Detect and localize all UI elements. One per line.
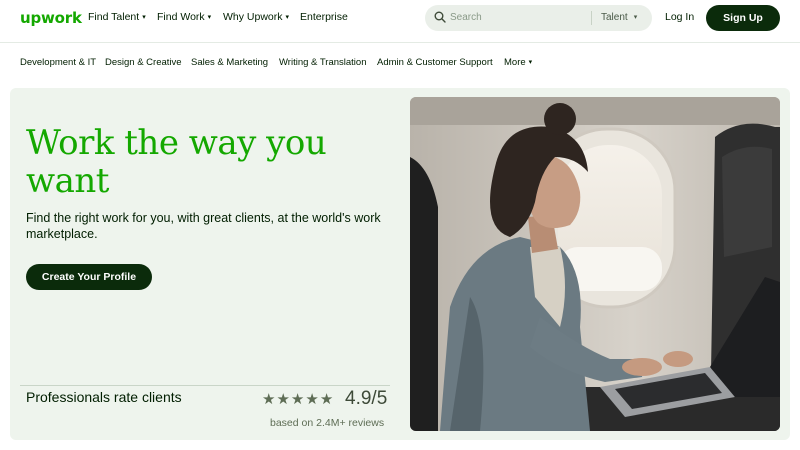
search-bar[interactable]: Search Talent ▾ bbox=[425, 5, 652, 31]
nav-why-upwork[interactable]: Why Upwork ▾ bbox=[223, 11, 289, 23]
chevron-down-icon: ▾ bbox=[142, 14, 146, 21]
star-icon: ★ bbox=[305, 391, 319, 408]
search-divider bbox=[591, 11, 592, 25]
search-icon bbox=[434, 11, 446, 23]
search-input[interactable]: Search bbox=[450, 12, 482, 23]
search-scope-dropdown[interactable]: Talent ▾ bbox=[601, 12, 637, 23]
rating-value: 4.9/5 bbox=[345, 388, 388, 409]
login-link[interactable]: Log In bbox=[665, 11, 694, 23]
star-icon: ★ bbox=[276, 391, 290, 408]
reviews-count: based on 2.4M+ reviews bbox=[270, 417, 385, 429]
nav-find-talent-label: Find Talent bbox=[88, 11, 140, 23]
rating-stars: ★★★★★ bbox=[262, 390, 334, 408]
nav-find-work-label: Find Work bbox=[157, 11, 205, 23]
category-writing-translation[interactable]: Writing & Translation bbox=[279, 57, 366, 68]
create-profile-button[interactable]: Create Your Profile bbox=[26, 264, 152, 290]
hero-photo bbox=[410, 97, 780, 431]
nav-why-upwork-label: Why Upwork bbox=[223, 11, 283, 23]
chevron-down-icon: ▾ bbox=[633, 14, 638, 21]
header-divider bbox=[0, 42, 800, 43]
hero-subtitle: Find the right work for you, with great … bbox=[26, 211, 381, 241]
star-icon: ★ bbox=[319, 391, 334, 408]
chevron-down-icon: ▾ bbox=[207, 14, 212, 21]
rating-divider bbox=[20, 385, 390, 386]
top-nav: upwork Find Talent ▾ Find Work ▾ Why Upwor… bbox=[0, 0, 800, 36]
nav-enterprise[interactable]: Enterprise bbox=[300, 11, 348, 23]
chevron-down-icon: ▾ bbox=[528, 59, 533, 66]
rating-label: Professionals rate clients bbox=[26, 389, 182, 405]
search-scope-label: Talent bbox=[601, 12, 628, 23]
category-admin-support[interactable]: Admin & Customer Support bbox=[377, 57, 493, 68]
hero-title: Work the way you want bbox=[26, 123, 327, 201]
chevron-down-icon: ▾ bbox=[285, 14, 290, 21]
category-design-creative[interactable]: Design & Creative bbox=[105, 57, 182, 68]
category-development-it[interactable]: Development & IT bbox=[20, 57, 96, 68]
category-more[interactable]: More ▾ bbox=[504, 57, 532, 68]
signup-button[interactable]: Sign Up bbox=[706, 5, 780, 31]
woman-laptop-airplane-image bbox=[410, 97, 780, 431]
nav-enterprise-label: Enterprise bbox=[300, 11, 348, 23]
star-icon: ★ bbox=[262, 391, 276, 408]
nav-find-work[interactable]: Find Work ▾ bbox=[157, 11, 211, 23]
category-sales-marketing[interactable]: Sales & Marketing bbox=[191, 57, 268, 68]
star-icon: ★ bbox=[290, 391, 305, 408]
nav-find-talent[interactable]: Find Talent ▾ bbox=[88, 11, 146, 23]
category-more-label: More bbox=[504, 57, 526, 68]
upwork-logo[interactable]: upwork bbox=[20, 9, 82, 27]
